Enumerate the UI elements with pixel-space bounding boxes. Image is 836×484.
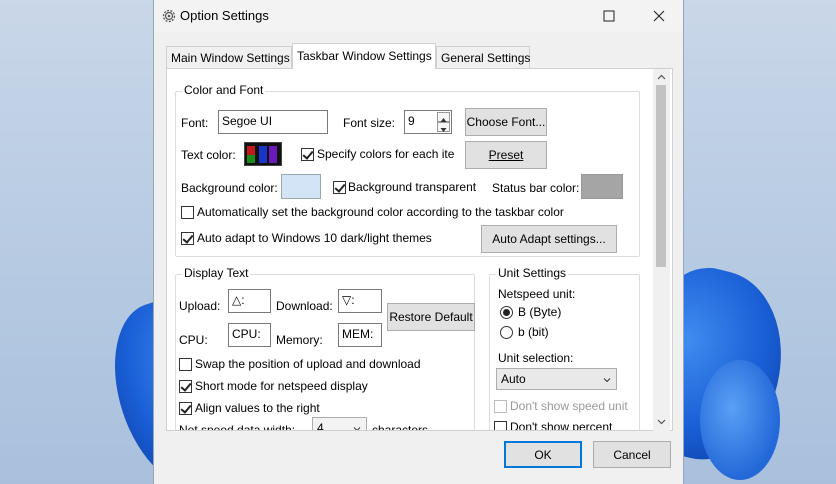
auto-background-checkbox[interactable]: [181, 206, 194, 219]
net-speed-width-label: Net speed data width:: [179, 423, 296, 431]
netspeed-unit-label: Netspeed unit:: [498, 287, 576, 301]
unit-byte-radio[interactable]: [500, 306, 513, 319]
swatch-purple: [269, 146, 277, 163]
close-icon: [653, 10, 665, 21]
vertical-scrollbar[interactable]: [653, 69, 670, 431]
font-label: Font:: [181, 116, 209, 130]
swatch-blue: [259, 146, 267, 163]
chevron-down-icon: [353, 427, 361, 430]
status-bar-color-label: Status bar color:: [492, 181, 580, 195]
auto-background-label: Automatically set the background color a…: [197, 205, 564, 219]
window-title: Option Settings: [180, 8, 269, 23]
ok-button[interactable]: OK: [504, 441, 582, 468]
font-size-value: 9: [408, 114, 415, 128]
font-size-label: Font size:: [343, 116, 396, 130]
tab-label: Main Window Settings: [171, 51, 290, 65]
scroll-up-icon: [657, 74, 666, 80]
text-color-label: Text color:: [181, 148, 236, 162]
unit-bit-radio[interactable]: [500, 326, 513, 339]
maximize-button[interactable]: [586, 0, 632, 31]
dont-show-speed-unit-checkbox[interactable]: [494, 400, 507, 413]
maximize-icon: [603, 10, 615, 21]
restore-default-button[interactable]: Restore Default: [387, 303, 475, 331]
tab-taskbar-window-settings[interactable]: Taskbar Window Settings: [292, 43, 436, 69]
option-settings-dialog: Option Settings Main Window Settings Tas…: [153, 0, 684, 484]
background-transparent-label: Background transparent: [348, 180, 477, 194]
specify-colors-label: Specify colors for each ite: [317, 147, 455, 161]
chevron-down-icon: [440, 128, 447, 132]
wallpaper-bloom-right-small: [700, 360, 780, 480]
unit-byte-label: B (Byte): [518, 305, 562, 319]
unit-selection-label: Unit selection:: [498, 351, 574, 365]
swatch-green: [247, 155, 255, 163]
short-mode-label: Short mode for netspeed display: [195, 379, 368, 393]
choose-font-button[interactable]: Choose Font...: [465, 108, 547, 136]
font-name-field[interactable]: Segoe UI: [218, 110, 328, 134]
specify-colors-checkbox[interactable]: [301, 148, 314, 161]
chevron-down-icon: [603, 378, 611, 383]
color-font-group: Color and Font Font: Segoe UI Font size:…: [175, 83, 640, 257]
background-color-swatch[interactable]: [281, 174, 321, 199]
scroll-down-icon: [657, 419, 666, 425]
dont-show-speed-unit-label: Don't show speed unit: [510, 399, 628, 413]
characters-label: characters: [372, 423, 429, 431]
swatch-red: [247, 146, 255, 155]
net-speed-width-value: 4: [317, 421, 324, 431]
cpu-text-field[interactable]: CPU:: [228, 323, 271, 347]
group-title: Display Text: [182, 266, 251, 280]
gear-icon: [161, 8, 177, 24]
group-title: Color and Font: [182, 83, 266, 97]
auto-adapt-settings-button[interactable]: Auto Adapt settings...: [481, 225, 617, 253]
upload-label: Upload:: [179, 299, 221, 313]
dont-show-percent-label: Don't show percent: [510, 420, 613, 431]
auto-adapt-label: Auto adapt to Windows 10 dark/light them…: [197, 231, 432, 245]
display-text-group: Display Text Upload: △: Download: ▽: Res…: [175, 266, 475, 431]
auto-adapt-checkbox[interactable]: [181, 232, 194, 245]
align-right-checkbox[interactable]: [179, 402, 192, 415]
dont-show-percent-checkbox[interactable]: [494, 421, 507, 430]
short-mode-checkbox[interactable]: [179, 380, 192, 393]
scrollbar-thumb[interactable]: [656, 85, 666, 267]
preset-button[interactable]: Preset: [465, 141, 547, 169]
net-speed-width-select[interactable]: 4: [312, 417, 367, 431]
taskbar-settings-panel: Color and Font Font: Segoe UI Font size:…: [166, 68, 673, 431]
background-color-label: Background color:: [181, 181, 278, 195]
swap-position-checkbox[interactable]: [179, 358, 192, 371]
tab-general-settings[interactable]: General Settings: [436, 46, 530, 68]
swap-position-label: Swap the position of upload and download: [195, 357, 421, 371]
spin-down-button[interactable]: [437, 122, 450, 132]
upload-text-field[interactable]: △:: [228, 289, 271, 313]
group-title: Unit Settings: [496, 266, 569, 280]
unit-selection-select[interactable]: Auto: [496, 368, 617, 390]
unit-bit-label: b (bit): [518, 325, 549, 339]
tab-label: General Settings: [441, 51, 531, 65]
font-size-field[interactable]: 9: [404, 110, 452, 134]
background-transparent-checkbox[interactable]: [333, 181, 346, 194]
align-right-label: Align values to the right: [195, 401, 320, 415]
preset-button-label: Preset: [488, 148, 524, 162]
memory-text-field[interactable]: MEM:: [338, 323, 382, 347]
tab-label: Taskbar Window Settings: [297, 49, 432, 63]
download-text-field[interactable]: ▽:: [338, 289, 382, 313]
memory-label: Memory:: [276, 333, 323, 347]
cancel-button[interactable]: Cancel: [593, 441, 671, 468]
cpu-label: CPU:: [179, 333, 208, 347]
title-bar[interactable]: Option Settings: [154, 0, 683, 32]
text-color-swatch[interactable]: [244, 142, 282, 166]
spin-up-button[interactable]: [437, 112, 450, 122]
unit-settings-group: Unit Settings Netspeed unit: B (Byte) b …: [489, 266, 640, 431]
close-button[interactable]: [636, 0, 682, 31]
unit-selection-value: Auto: [501, 372, 526, 386]
status-bar-color-swatch[interactable]: [581, 174, 623, 199]
download-label: Download:: [276, 299, 333, 313]
tab-main-window-settings[interactable]: Main Window Settings: [166, 46, 292, 68]
